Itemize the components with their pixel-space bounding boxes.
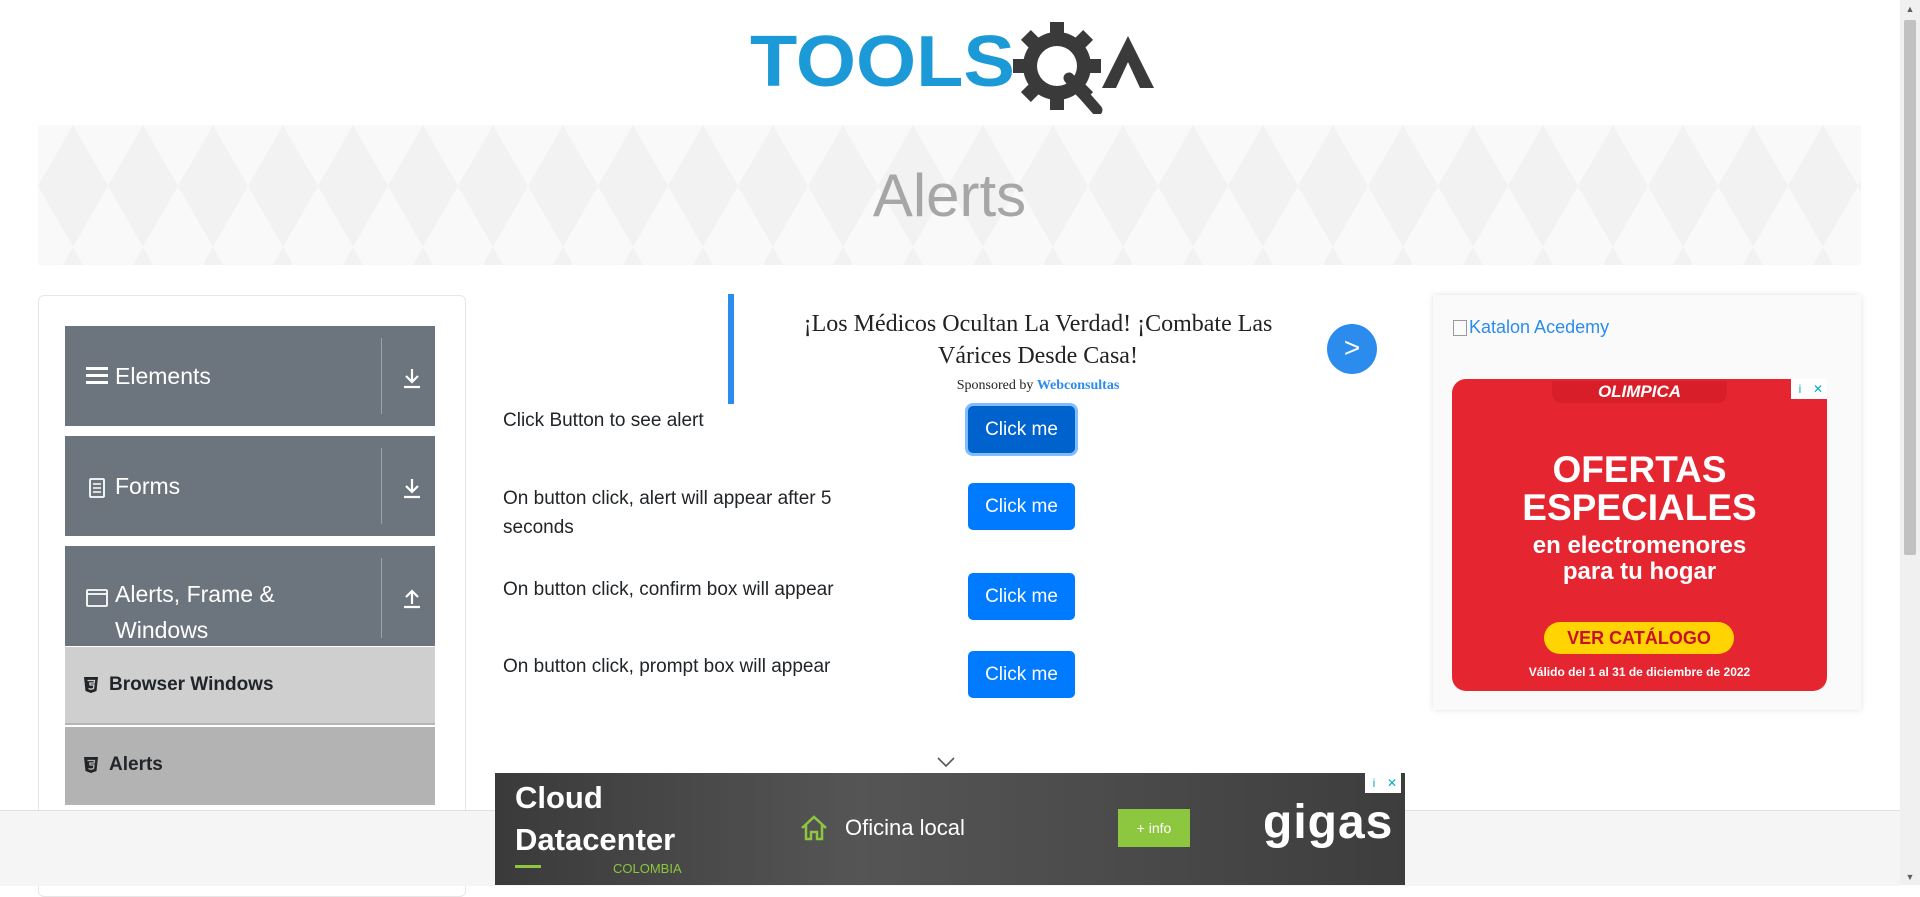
- sidebar-group-elements[interactable]: Elements: [65, 326, 435, 426]
- group-divider: [381, 558, 382, 638]
- ad-info-icon[interactable]: i: [1365, 773, 1383, 793]
- sidebar-group-forms[interactable]: Forms: [65, 436, 435, 536]
- right-ad-panel: Katalon Acedemy OLIMPICA OFERTAS ESPECIAL…: [1433, 295, 1861, 710]
- broken-image-icon: [1453, 320, 1467, 337]
- alert-button[interactable]: Click me: [968, 406, 1075, 453]
- broken-image-link[interactable]: Katalon Acedemy: [1453, 317, 1609, 338]
- promo-subheadline: en electromenores para tu hogar: [1532, 532, 1747, 585]
- chevron-down-icon[interactable]: [937, 756, 955, 768]
- scrollbar-thumb[interactable]: [1904, 20, 1916, 555]
- page-banner: Alerts: [38, 125, 1861, 265]
- ad-info-icon[interactable]: i: [1791, 379, 1809, 399]
- adchoices-badge[interactable]: i ✕: [1365, 773, 1401, 793]
- sidebar: Elements Forms Alerts, Frame & Windows B…: [38, 295, 466, 897]
- hamburger-icon: [86, 367, 108, 384]
- sidebar-group-label: Elements: [115, 363, 211, 389]
- download-arrow-icon[interactable]: [400, 366, 424, 390]
- prompt-button[interactable]: Click me: [968, 651, 1075, 698]
- upload-arrow-icon[interactable]: [400, 586, 424, 610]
- toolsqa-logo[interactable]: TOOLS: [750, 18, 1170, 114]
- ad-accent-bar: [728, 294, 734, 404]
- group-divider: [381, 448, 382, 524]
- promo-cta-button[interactable]: VER CATÁLOGO: [1544, 622, 1734, 654]
- group-divider: [381, 338, 382, 414]
- bottom-ad-accent: [515, 865, 541, 868]
- timer-alert-row-label: On button click, alert will appear after…: [503, 488, 832, 538]
- bottom-ad-country: COLOMBIA: [613, 861, 682, 876]
- page-title: Alerts: [872, 161, 1027, 229]
- ad-arrow-button[interactable]: >: [1327, 324, 1377, 374]
- sponsor-link[interactable]: Webconsultas: [1037, 378, 1119, 393]
- sidebar-item-browser-windows[interactable]: Browser Windows: [65, 647, 435, 725]
- sponsored-label: Sponsored by: [956, 378, 1034, 393]
- home-icon: [801, 815, 827, 841]
- promo-headline: OFERTAS ESPECIALES: [1522, 449, 1757, 528]
- svg-text:TOOLS: TOOLS: [750, 22, 1015, 102]
- ad-close-icon[interactable]: ✕: [1809, 379, 1827, 399]
- download-arrow-icon[interactable]: [400, 476, 424, 500]
- scroll-up-arrow-icon[interactable]: ▲: [1900, 0, 1920, 17]
- html-badge-icon: [84, 757, 98, 773]
- bottom-ad-headline: Cloud Datacenter: [515, 780, 676, 857]
- bottom-ad-info-button[interactable]: + info: [1118, 809, 1190, 847]
- promo-brand: OLIMPICA: [1552, 381, 1727, 403]
- alert-row-label: Click Button to see alert: [503, 410, 704, 431]
- page-scrollbar[interactable]: ▲ ▼: [1900, 0, 1920, 885]
- sidebar-item-label: Browser Windows: [109, 674, 274, 695]
- confirm-row-label: On button click, confirm box will appear: [503, 579, 834, 600]
- prompt-row-label: On button click, prompt box will appear: [503, 656, 831, 677]
- sidebar-group-label: Forms: [115, 473, 181, 499]
- timer-alert-button[interactable]: Click me: [968, 483, 1075, 530]
- confirm-button[interactable]: Click me: [968, 573, 1075, 620]
- broken-image-alt: Katalon Acedemy: [1469, 317, 1610, 337]
- html-badge-icon: [84, 677, 98, 693]
- promo-fine-print: Válido del 1 al 31 de diciembre de 2022: [1528, 665, 1751, 679]
- sidebar-item-alerts[interactable]: Alerts: [65, 727, 435, 805]
- window-icon: [86, 589, 108, 607]
- sidebar-item-label: Alerts: [109, 754, 163, 775]
- scroll-down-arrow-icon[interactable]: ▼: [1900, 868, 1920, 885]
- sidebar-group-alerts-frame-windows[interactable]: Alerts, Frame & Windows: [65, 546, 435, 646]
- promo-banner[interactable]: OLIMPICA OFERTAS ESPECIALES en electromen…: [1452, 379, 1827, 691]
- document-icon: [89, 478, 105, 498]
- bottom-ad-brand: gigas: [1263, 796, 1394, 849]
- bottom-ad-offer: Oficina local: [845, 815, 965, 840]
- ad-sponsor-line: Sponsored by Webconsultas: [768, 378, 1308, 394]
- ad-headline[interactable]: ¡Los Médicos Ocultan La Verdad! ¡Combate…: [768, 308, 1308, 372]
- ad-close-icon[interactable]: ✕: [1383, 773, 1401, 793]
- sponsored-ad[interactable]: ¡Los Médicos Ocultan La Verdad! ¡Combate…: [728, 294, 1388, 404]
- adchoices-badge[interactable]: i ✕: [1791, 379, 1827, 399]
- sidebar-group-label: Alerts, Frame & Windows: [115, 581, 275, 643]
- bottom-ad-banner[interactable]: Cloud Datacenter COLOMBIA Oficina local +…: [495, 773, 1405, 885]
